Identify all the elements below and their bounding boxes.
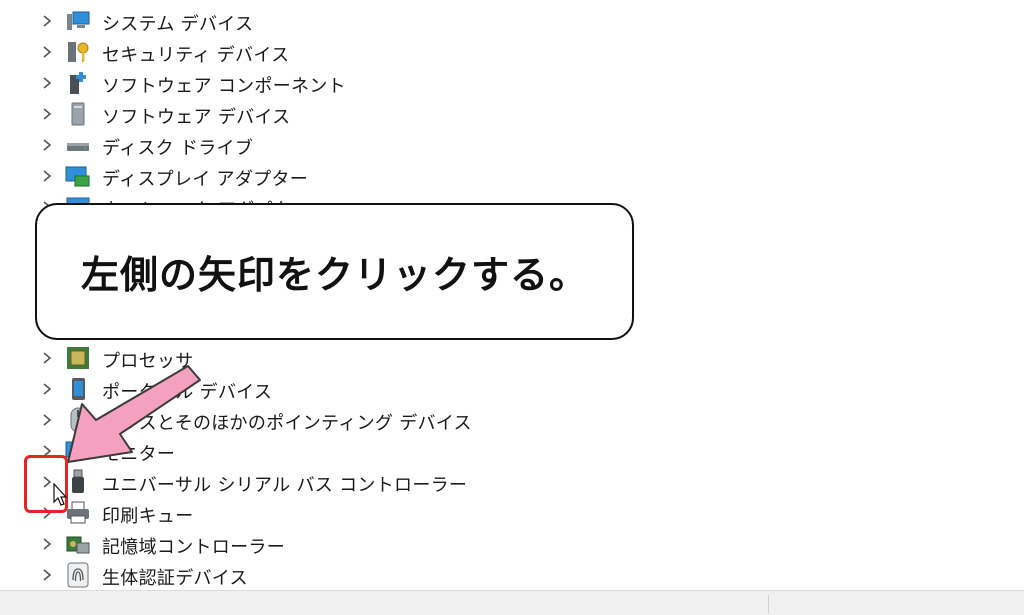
tree-item-software-devices[interactable]: ソフトウェア デバイス (0, 99, 700, 129)
fingerprint-icon (65, 562, 91, 588)
chevron-right-icon[interactable] (40, 40, 54, 64)
tree-item-print-queues[interactable]: 印刷キュー (0, 498, 700, 528)
software-component-icon (65, 70, 91, 96)
display-adapter-icon (65, 163, 91, 189)
system-device-icon (65, 8, 91, 34)
tree-item-storage-controllers[interactable]: 記憶域コントローラー (0, 529, 700, 559)
status-bar-divider (768, 595, 769, 613)
tree-item-disk-drives[interactable]: ディスク ドライブ (0, 130, 700, 160)
mouse-cursor-icon (53, 483, 67, 506)
tree-item-label: 印刷キュー (102, 506, 194, 527)
tree-item-label: 記憶域コントローラー (102, 537, 285, 558)
tree-item-biometric-devices[interactable]: 生体認証デバイス (0, 560, 700, 590)
tree-item-label: セキュリティ デバイス (102, 45, 290, 66)
pointer-arrow (67, 365, 201, 463)
chevron-right-icon[interactable] (40, 408, 54, 432)
tree-item-usb-controllers[interactable]: ユニバーサル シリアル バス コントローラー (0, 467, 700, 497)
chevron-right-icon[interactable] (40, 133, 54, 157)
storage-controller-icon (65, 531, 91, 557)
tree-item-label: ユニバーサル シリアル バス コントローラー (102, 475, 468, 496)
tree-item-display-adapters[interactable]: ディスプレイ アダプター (0, 161, 700, 191)
tree-item-label: 生体認証デバイス (102, 568, 248, 589)
chevron-right-icon[interactable] (40, 532, 54, 556)
chevron-right-icon[interactable] (40, 9, 54, 33)
chevron-right-icon[interactable] (40, 164, 54, 188)
instruction-text: 左側の矢印をクリックする。 (80, 253, 588, 297)
chevron-right-icon[interactable] (40, 102, 54, 126)
usb-icon (65, 469, 91, 495)
tree-item-security-devices[interactable]: セキュリティ デバイス (0, 37, 700, 67)
printer-icon (65, 500, 91, 526)
disk-drive-icon (65, 132, 91, 158)
instruction-callout: 左側の矢印をクリックする。 (35, 203, 634, 340)
chevron-right-icon[interactable] (40, 377, 54, 401)
tree-item-label: ディスプレイ アダプター (102, 169, 309, 190)
tree-item-software-components[interactable]: ソフトウェア コンポーネント (0, 68, 700, 98)
software-device-icon (65, 101, 91, 127)
tree-item-label: ディスク ドライブ (102, 138, 254, 159)
security-key-icon (65, 39, 91, 65)
tree-item-label: ソフトウェア デバイス (102, 107, 291, 128)
chevron-right-icon[interactable] (40, 346, 54, 370)
chevron-right-icon[interactable] (40, 71, 54, 95)
chevron-right-icon[interactable] (40, 563, 54, 587)
tree-item-label: ソフトウェア コンポーネント (102, 76, 346, 97)
status-bar (0, 590, 1024, 615)
tree-item-label: システム デバイス (102, 14, 254, 35)
tree-item-system-devices[interactable]: システム デバイス (0, 6, 700, 36)
